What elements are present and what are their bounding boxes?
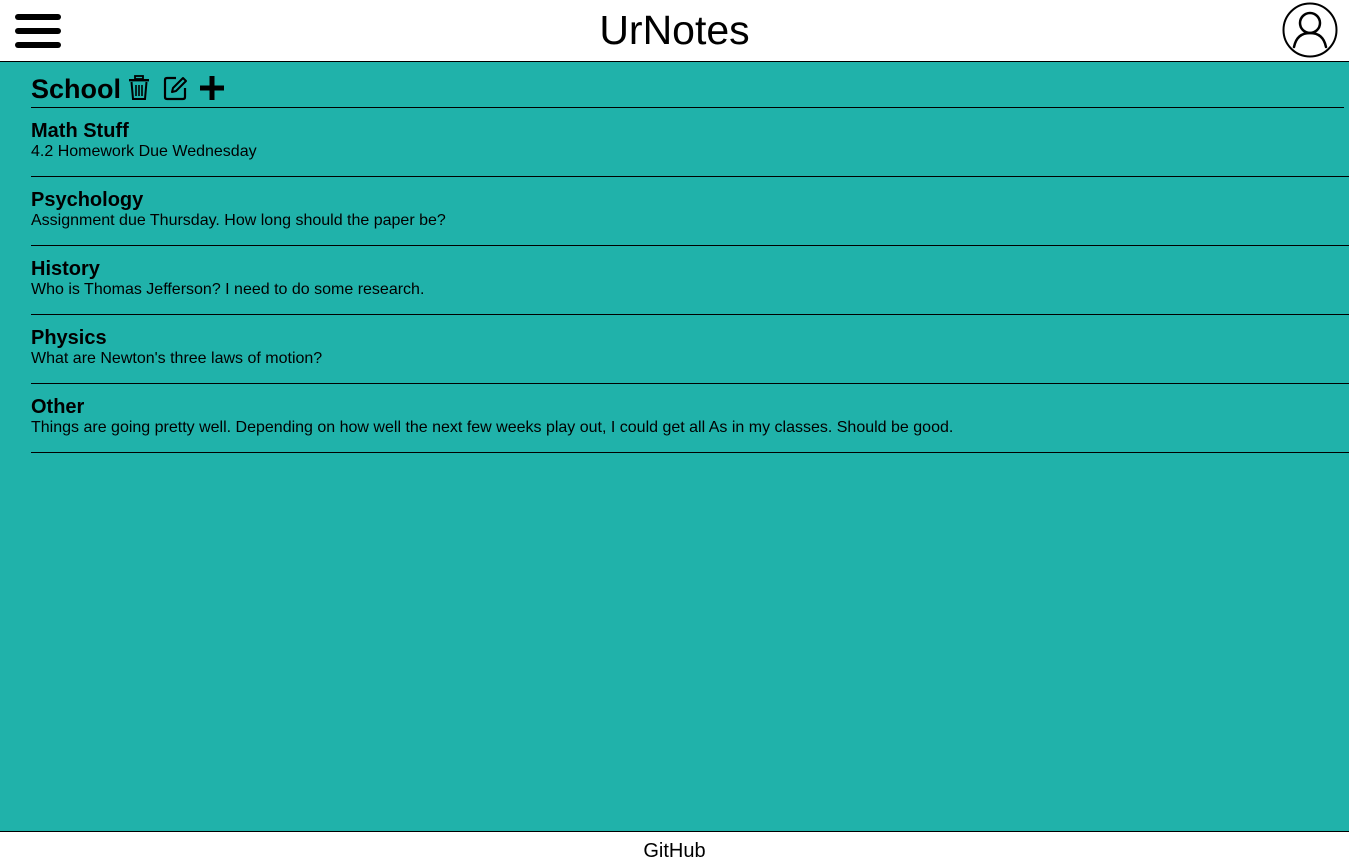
note-body: Assignment due Thursday. How long should… xyxy=(31,212,446,229)
trash-icon[interactable] xyxy=(128,75,150,106)
note-title: History xyxy=(31,258,100,280)
user-account-icon[interactable] xyxy=(1282,2,1338,58)
note-item[interactable]: Math Stuff 4.2 Homework Due Wednesday xyxy=(31,108,1349,177)
note-item[interactable]: Psychology Assignment due Thursday. How … xyxy=(31,177,1349,246)
app-footer: GitHub xyxy=(0,831,1349,868)
note-title: Psychology xyxy=(31,189,144,211)
github-link[interactable]: GitHub xyxy=(643,840,705,862)
edit-icon[interactable] xyxy=(163,75,189,106)
note-body: 4.2 Homework Due Wednesday xyxy=(31,143,257,160)
note-item[interactable]: History Who is Thomas Jefferson? I need … xyxy=(31,246,1349,315)
plus-icon[interactable] xyxy=(199,75,225,106)
app-title: UrNotes xyxy=(599,7,750,53)
app-header: UrNotes xyxy=(0,0,1349,62)
note-item[interactable]: Other Things are going pretty well. Depe… xyxy=(31,384,1349,453)
note-body: Who is Thomas Jefferson? I need to do so… xyxy=(31,281,425,298)
note-item[interactable]: Physics What are Newton's three laws of … xyxy=(31,315,1349,384)
note-title: Physics xyxy=(31,327,107,349)
note-body: What are Newton's three laws of motion? xyxy=(31,350,323,367)
note-title: Math Stuff xyxy=(31,120,129,142)
notebook-title: School xyxy=(31,74,122,104)
notes-list: Math Stuff 4.2 Homework Due Wednesday Ps… xyxy=(31,108,1349,453)
note-title: Other xyxy=(31,396,85,418)
notes-panel: School Math Stuff 4.2 Homework Due Wedne… xyxy=(0,62,1349,831)
notebook-header: School xyxy=(31,62,1344,108)
note-body: Things are going pretty well. Depending … xyxy=(31,419,954,436)
